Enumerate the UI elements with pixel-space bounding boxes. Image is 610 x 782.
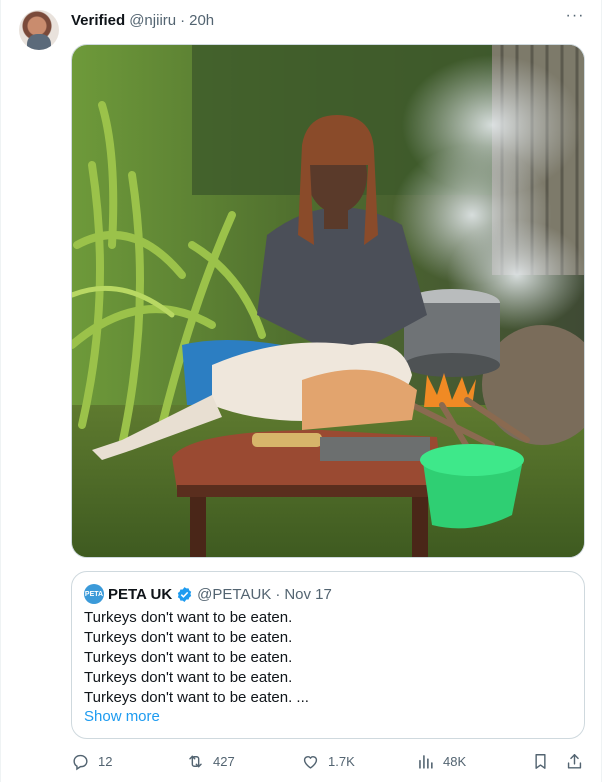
tweet-header: Verified @njiiru · 20h [71, 10, 214, 30]
bookmark-icon [535, 753, 546, 769]
repost-icon [189, 755, 202, 767]
quoted-display-name[interactable]: PETA UK [108, 586, 172, 603]
quoted-handle[interactable]: @PETAUK [197, 586, 271, 603]
quoted-text-line: Turkeys don't want to be eaten. [84, 609, 293, 626]
reply-count: 12 [98, 753, 113, 769]
quoted-tweet-text: Turkeys don't want to be eaten. Turkeys … [84, 608, 574, 708]
quoted-text-line: Turkeys don't want to be eaten. [84, 669, 293, 686]
share-button[interactable] [565, 750, 584, 772]
quoted-tweet-header: PETA PETA UK @PETAUK · Nov 17 [84, 584, 332, 604]
like-icon [303, 755, 318, 769]
repost-count: 427 [213, 753, 235, 769]
bookmark-button[interactable] [531, 750, 550, 772]
verified-badge-icon [178, 586, 192, 602]
repost-button[interactable]: 427 [186, 750, 235, 772]
quoted-text-line: Turkeys don't want to be eaten. [84, 649, 293, 666]
views-button[interactable]: 48K [416, 750, 466, 772]
separator-dot: · [180, 11, 186, 29]
quoted-text-line: Turkeys don't want to be eaten. [84, 629, 293, 646]
cooking-turkey-photo [72, 45, 584, 557]
quoted-tweet[interactable]: PETA PETA UK @PETAUK · Nov 17 Turkeys do… [71, 571, 585, 739]
share-icon [567, 753, 582, 769]
quoted-text-line: Turkeys don't want to be eaten. ... [84, 689, 309, 706]
avatar[interactable] [19, 10, 59, 50]
like-button[interactable]: 1.7K [301, 750, 355, 772]
timestamp[interactable]: 20h [189, 12, 214, 29]
separator-dot: · [275, 585, 281, 603]
views-icon [419, 754, 433, 769]
like-count: 1.7K [328, 753, 355, 769]
reply-button[interactable]: 12 [71, 750, 112, 772]
reply-icon [73, 754, 88, 770]
show-more-link[interactable]: Show more [84, 708, 160, 725]
action-bar: 12 427 1.7K 48K [71, 750, 587, 774]
views-count: 48K [443, 753, 467, 769]
quoted-avatar[interactable]: PETA [84, 584, 104, 604]
post-photo[interactable] [71, 44, 585, 558]
tweet[interactable]: Verified @njiiru · 20h ··· PETA PETA UK … [0, 0, 602, 782]
more-options-button[interactable]: ··· [563, 8, 587, 29]
display-name[interactable]: Verified [71, 12, 125, 29]
quoted-timestamp[interactable]: Nov 17 [284, 586, 332, 603]
user-handle[interactable]: @njiiru [129, 12, 176, 29]
